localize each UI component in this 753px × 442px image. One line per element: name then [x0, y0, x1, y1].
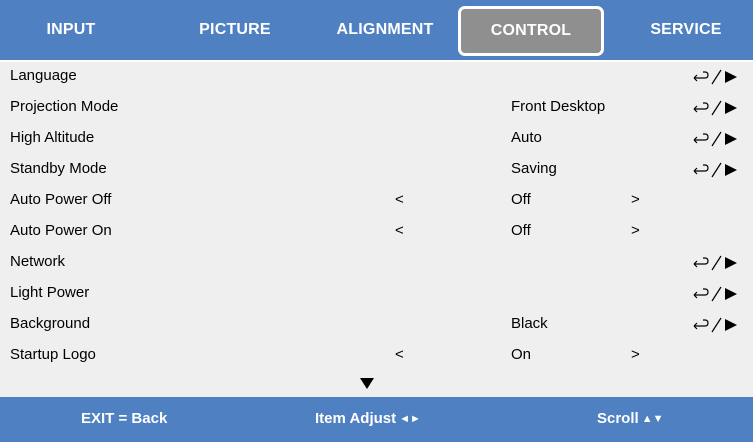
menu-item-light-power[interactable]: Light Power: [0, 279, 753, 310]
menu-item-auto-power-on[interactable]: Auto Power On < Off >: [0, 217, 753, 248]
decrease-arrow[interactable]: <: [395, 222, 404, 239]
menu-item-label: Network: [10, 253, 66, 270]
menu-item-value: Auto: [511, 129, 542, 146]
menu-item-value: Saving: [511, 160, 557, 177]
menu-item-standby-mode[interactable]: Standby Mode Saving: [0, 155, 753, 186]
menu-item-label: Auto Power Off: [10, 191, 112, 208]
item-adjust-label: Item Adjust: [315, 410, 397, 427]
exit-back-hint: EXIT = Back: [81, 410, 168, 427]
menu-item-label: High Altitude: [10, 129, 95, 146]
menu-item-high-altitude[interactable]: High Altitude Auto: [0, 124, 753, 155]
menu-item-value: Black: [511, 315, 548, 332]
menu-item-value: Off: [511, 222, 531, 239]
menu-item-background[interactable]: Background Black: [0, 310, 753, 341]
enter-or-right-icon: [693, 286, 737, 302]
tab-picture[interactable]: PICTURE: [183, 0, 287, 60]
menu-item-language[interactable]: Language: [0, 62, 753, 93]
menu-item-network[interactable]: Network: [0, 248, 753, 279]
up-down-arrows-icon: ▲▼: [641, 413, 664, 425]
menu-item-label: Projection Mode: [10, 98, 119, 115]
enter-or-right-icon: [693, 100, 737, 116]
left-right-arrows-icon: ◄►: [399, 413, 421, 425]
menu-item-label: Background: [10, 315, 91, 332]
menu-item-label: Language: [10, 67, 77, 84]
menu-item-label: Startup Logo: [10, 346, 96, 363]
increase-arrow[interactable]: >: [631, 191, 640, 208]
scroll-down-triangle-icon: [360, 378, 374, 389]
item-adjust-hint: Item Adjust ◄►: [315, 410, 421, 427]
increase-arrow[interactable]: >: [631, 222, 640, 239]
scroll-label: Scroll: [597, 410, 639, 427]
enter-or-right-icon: [693, 255, 737, 271]
enter-or-right-icon: [693, 317, 737, 333]
projector-osd-menu: INPUT PICTURE ALIGNMENT CONTROL SERVICE …: [0, 0, 753, 442]
menu-item-auto-power-off[interactable]: Auto Power Off < Off >: [0, 186, 753, 217]
decrease-arrow[interactable]: <: [395, 191, 404, 208]
tab-control[interactable]: CONTROL: [458, 6, 604, 56]
control-menu-list: Language Projection Mode Front Desktop H…: [0, 62, 753, 397]
enter-or-right-icon: [693, 162, 737, 178]
menu-item-projection-mode[interactable]: Projection Mode Front Desktop: [0, 93, 753, 124]
menu-item-value: On: [511, 346, 532, 363]
tab-service[interactable]: SERVICE: [634, 0, 738, 60]
menu-item-value: Front Desktop: [511, 98, 606, 115]
menu-item-label: Auto Power On: [10, 222, 112, 239]
menu-item-label: Light Power: [10, 284, 90, 301]
menu-item-value: Off: [511, 191, 531, 208]
enter-or-right-icon: [693, 131, 737, 147]
menu-item-label: Standby Mode: [10, 160, 107, 177]
menu-tab-bar: INPUT PICTURE ALIGNMENT CONTROL SERVICE: [0, 0, 753, 62]
scroll-hint: Scroll ▲▼: [597, 410, 663, 427]
enter-or-right-icon: [693, 69, 737, 85]
key-hint-bar: EXIT = Back Item Adjust ◄► Scroll ▲▼: [0, 397, 753, 442]
tab-input[interactable]: INPUT: [22, 0, 120, 60]
decrease-arrow[interactable]: <: [395, 346, 404, 363]
menu-item-startup-logo[interactable]: Startup Logo < On >: [0, 341, 753, 372]
tab-alignment[interactable]: ALIGNMENT: [323, 0, 447, 60]
increase-arrow[interactable]: >: [631, 346, 640, 363]
